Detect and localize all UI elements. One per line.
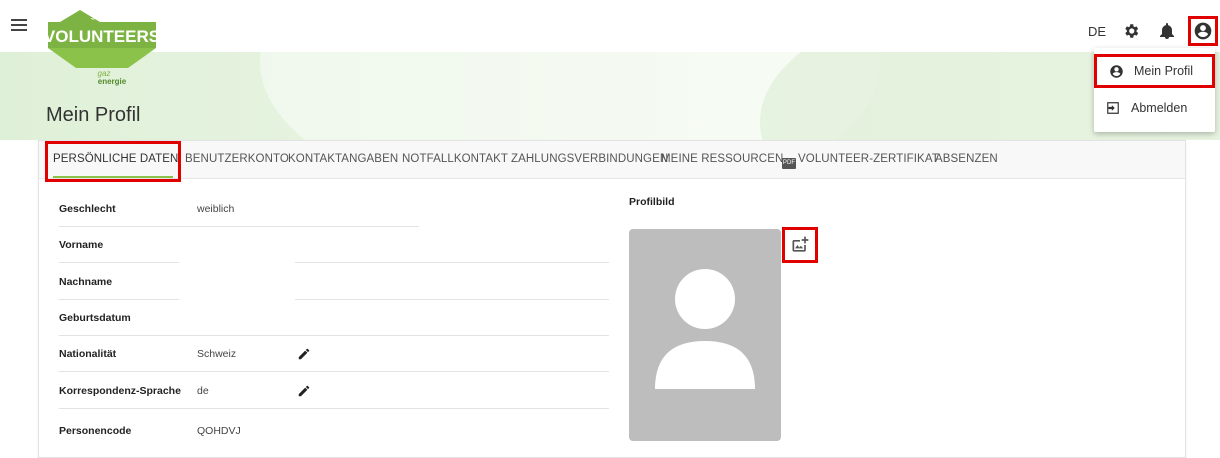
top-app-bar: DE [0, 0, 1220, 52]
tab-volunteer-zertifikat[interactable]: PDF VOLUNTEER-ZERTIFIKAT [782, 141, 939, 178]
add-photo-button[interactable] [782, 227, 818, 263]
profile-card: PERSÖNLICHE DATEN BENUTZERKONTO KONTAKTA… [38, 140, 1186, 458]
profile-picture-label: Profilbild [629, 196, 675, 208]
menu-item-label: Mein Profil [1134, 64, 1194, 78]
tab-kontaktangaben[interactable]: KONTAKTANGABEN [288, 141, 398, 178]
page-title: Mein Profil [46, 104, 141, 126]
language-selector[interactable]: DE [1088, 24, 1106, 39]
divider [59, 371, 609, 372]
field-label: Geburtsdatum [59, 312, 131, 324]
svg-text:SWISS: SWISS [91, 15, 114, 22]
pdf-icon: PDF [782, 158, 796, 169]
settings-gear-icon[interactable] [1120, 20, 1142, 42]
edit-pencil-icon[interactable] [297, 384, 311, 398]
menu-item-abmelden[interactable]: Abmelden [1094, 91, 1215, 125]
tab-absenzen[interactable]: ABSENZEN [935, 141, 998, 178]
field-row-geburtsdatum: Geburtsdatum [59, 300, 579, 336]
menu-item-label: Abmelden [1131, 101, 1188, 115]
user-menu: Mein Profil Abmelden [1094, 48, 1215, 132]
svg-text:energie: energie [98, 77, 127, 86]
field-label: Personencode [59, 425, 132, 437]
menu-item-mein-profil[interactable]: Mein Profil [1094, 54, 1215, 88]
tab-notfallkontakt[interactable]: NOTFALLKONTAKT [402, 141, 508, 178]
notifications-bell-icon[interactable] [1156, 20, 1178, 42]
field-label: Nationalität [59, 348, 117, 360]
field-value: de [197, 385, 209, 397]
tab-persoenliche-daten[interactable]: PERSÖNLICHE DATEN [53, 141, 178, 178]
field-label: Korrespondenz-Sprache [59, 385, 181, 397]
profile-picture-placeholder [629, 229, 781, 441]
field-label: Nachname [59, 276, 113, 288]
field-row-geschlecht: Geschlecht weiblich [59, 191, 579, 227]
divider [59, 262, 179, 263]
menu-icon[interactable] [11, 19, 27, 31]
divider [59, 408, 609, 409]
account-circle-icon[interactable] [1188, 16, 1218, 46]
top-right-actions: DE [1088, 16, 1218, 46]
divider [295, 262, 609, 263]
tab-zahlungsverbindungen[interactable]: ZAHLUNGSVERBINDUNGEN [511, 141, 668, 178]
header-banner [0, 52, 1220, 140]
swiss-volunteers-logo[interactable]: SWISS VOLUNTEERS gaz energie [38, 8, 178, 92]
field-row-personencode: Personencode QOHDVJ [59, 413, 579, 449]
field-label: Vorname [59, 239, 104, 251]
account-circle-icon [1108, 63, 1124, 79]
field-value: QOHDVJ [197, 425, 241, 437]
field-row-nachname: Nachname [59, 264, 579, 300]
field-row-vorname: Vorname [59, 227, 579, 263]
logout-icon [1105, 100, 1121, 116]
edit-pencil-icon[interactable] [297, 347, 311, 361]
field-label: Geschlecht [59, 203, 116, 215]
person-placeholder-icon [655, 269, 755, 389]
tab-benutzerkonto[interactable]: BENUTZERKONTO [185, 141, 289, 178]
svg-text:VOLUNTEERS: VOLUNTEERS [44, 27, 160, 46]
field-row-korrespondenz-sprache: Korrespondenz-Sprache de [59, 373, 579, 409]
field-value: weiblich [197, 203, 235, 215]
field-value: Schweiz [197, 348, 237, 360]
profile-tabs: PERSÖNLICHE DATEN BENUTZERKONTO KONTAKTA… [39, 141, 1185, 182]
field-row-nationalitaet: Nationalität Schweiz [59, 336, 579, 372]
add-photo-icon [792, 236, 809, 252]
tab-meine-ressourcen[interactable]: MEINE RESSOURCEN [661, 141, 783, 178]
